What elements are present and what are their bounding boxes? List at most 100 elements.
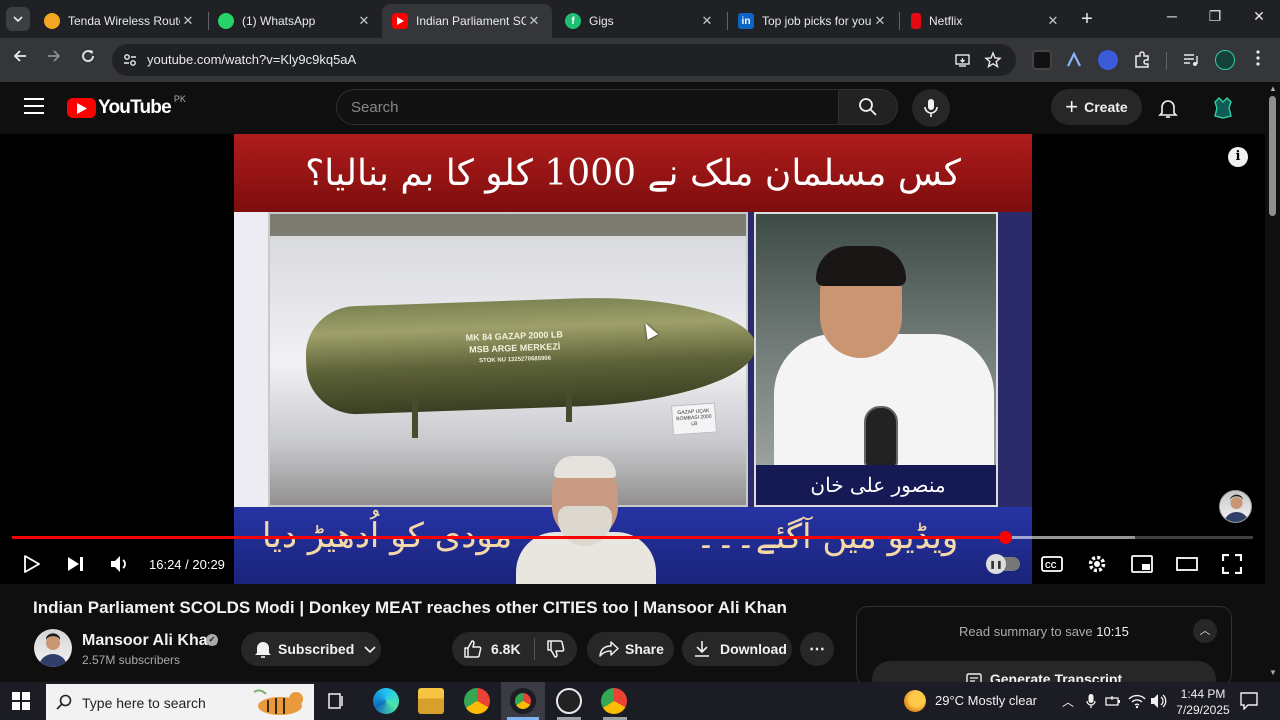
tab-netflix[interactable]: Netflix ✕	[901, 4, 1071, 38]
more-icon: ⋯	[809, 641, 825, 658]
channel-watermark-avatar[interactable]	[1219, 490, 1252, 523]
captions-button[interactable]: CC	[1038, 550, 1066, 578]
battery-tray-icon[interactable]	[1105, 694, 1121, 713]
site-settings-icon[interactable]	[122, 52, 138, 68]
weather-icon[interactable]	[904, 690, 926, 712]
theater-mode-button[interactable]	[1173, 550, 1201, 578]
tab-close-icon[interactable]: ✕	[526, 13, 542, 29]
profile-avatar-icon[interactable]	[1215, 50, 1235, 70]
fullscreen-button[interactable]	[1218, 550, 1246, 578]
settings-button[interactable]	[1083, 550, 1111, 578]
install-app-icon[interactable]	[954, 52, 971, 69]
system-clock[interactable]: 1:44 PM 7/29/2025	[1172, 686, 1234, 718]
chrome-second-profile-app-icon[interactable]	[601, 688, 627, 714]
tab-title: Top job picks for you	[762, 14, 872, 28]
clock-time: 1:44 PM	[1180, 687, 1226, 701]
chevron-down-icon	[364, 646, 376, 654]
reload-button[interactable]	[76, 48, 100, 72]
progress-bar[interactable]	[12, 531, 1253, 544]
chrome-profile-app-icon[interactable]	[510, 688, 536, 714]
fiverr-favicon-icon: f	[565, 13, 581, 29]
dislike-icon	[547, 640, 565, 658]
download-button[interactable]: Download	[682, 632, 792, 666]
autoplay-toggle[interactable]: ❚❚	[986, 554, 1020, 574]
guide-menu-button[interactable]	[24, 98, 44, 116]
address-bar[interactable]: youtube.com/watch?v=Kly9c9kq5aA	[112, 44, 1016, 76]
scrollbar-thumb[interactable]	[1269, 96, 1276, 216]
create-button[interactable]: + Create	[1051, 89, 1142, 125]
browser-tab-strip: Tenda Wireless Route ✕ (1) WhatsApp ✕ In…	[0, 0, 1280, 38]
edge-app-icon[interactable]	[373, 688, 399, 714]
tab-search-button[interactable]	[6, 7, 30, 31]
tab-close-icon[interactable]: ✕	[180, 13, 196, 29]
reload-icon	[82, 50, 94, 62]
taskbar-search-input[interactable]: Type here to search	[46, 684, 314, 720]
voice-search-button[interactable]	[912, 89, 950, 127]
tab-close-icon[interactable]: ✕	[872, 13, 888, 29]
notifications-button[interactable]	[1157, 97, 1179, 119]
extension-2-icon[interactable]	[1064, 50, 1084, 70]
dislike-button[interactable]	[535, 640, 577, 658]
mic-icon	[924, 99, 938, 117]
download-label: Download	[720, 641, 787, 657]
search-input[interactable]: Search	[336, 89, 838, 125]
person-icon	[39, 633, 67, 667]
forward-button[interactable]	[42, 48, 66, 72]
tab-title: Gigs	[589, 14, 614, 28]
more-actions-button[interactable]: ⋯	[800, 632, 834, 666]
tab-linkedin[interactable]: in Top job picks for you ✕	[728, 4, 898, 38]
mic-tray-icon[interactable]	[1086, 693, 1096, 714]
media-app-icon[interactable]	[556, 688, 582, 714]
tab-close-icon[interactable]: ✕	[356, 13, 372, 29]
file-explorer-app-icon[interactable]	[418, 688, 444, 714]
new-tab-button[interactable]: +	[1076, 9, 1098, 31]
like-button[interactable]: 6.8K	[452, 640, 534, 658]
tab-youtube-active[interactable]: Indian Parliament SCC ✕	[382, 4, 552, 38]
tab-close-icon[interactable]: ✕	[699, 13, 715, 29]
extension-3-icon[interactable]	[1098, 50, 1118, 70]
wifi-tray-icon[interactable]	[1128, 693, 1146, 714]
channel-avatar[interactable]	[34, 629, 72, 667]
next-button[interactable]	[62, 550, 90, 578]
account-avatar[interactable]	[1211, 96, 1235, 120]
subscribed-button[interactable]: Subscribed	[241, 632, 381, 666]
browser-menu-button[interactable]	[1246, 48, 1270, 72]
bookmark-star-icon[interactable]	[984, 51, 1002, 69]
share-button[interactable]: Share	[587, 632, 674, 666]
close-window-button[interactable]: ✕	[1236, 8, 1280, 30]
tray-overflow-button[interactable]: ︿	[1062, 693, 1074, 710]
collapse-summary-button[interactable]: ︿	[1193, 619, 1217, 643]
share-label: Share	[625, 641, 664, 657]
youtube-logo[interactable]: YouTube PK	[67, 94, 186, 119]
bomb-image: MK 84 GAZAP 2000 LB MSB ARGE MERKEZİ STO…	[268, 212, 758, 507]
play-button[interactable]	[18, 550, 46, 578]
tab-close-icon[interactable]: ✕	[1045, 13, 1061, 29]
microphone-icon	[864, 406, 898, 468]
progress-played	[12, 536, 1006, 539]
scroll-up-icon[interactable]: ▲	[1269, 84, 1277, 93]
maximize-button[interactable]: ❐	[1192, 8, 1238, 30]
tab-tenda[interactable]: Tenda Wireless Route ✕	[34, 4, 206, 38]
weather-text[interactable]: 29°C Mostly clear	[935, 693, 1037, 708]
back-button[interactable]	[8, 48, 32, 72]
scroll-down-icon[interactable]: ▼	[1269, 668, 1277, 677]
start-button[interactable]	[12, 692, 30, 710]
notification-center-button[interactable]	[1240, 692, 1258, 715]
tab-whatsapp[interactable]: (1) WhatsApp ✕	[208, 4, 382, 38]
chrome-app-icon[interactable]	[464, 688, 490, 714]
miniplayer-button[interactable]	[1128, 550, 1156, 578]
video-headline-banner: کس مسلمان ملک نے 1000 کلو کا بم بنالیا؟	[234, 134, 1032, 212]
extensions-puzzle-icon[interactable]	[1132, 50, 1152, 70]
channel-name-link[interactable]: Mansoor Ali Khan	[82, 632, 217, 650]
volume-button[interactable]	[106, 550, 134, 578]
search-button[interactable]	[838, 89, 898, 125]
task-view-button[interactable]	[326, 691, 346, 716]
extension-1-icon[interactable]	[1032, 50, 1052, 70]
info-icon[interactable]: i	[1228, 147, 1248, 167]
page-scrollbar[interactable]: ▲ ▼	[1265, 82, 1280, 682]
minimize-button[interactable]: ─	[1149, 8, 1195, 30]
media-control-icon[interactable]	[1181, 50, 1201, 70]
video-player[interactable]: کس مسلمان ملک نے 1000 کلو کا بم بنالیا؟ …	[0, 134, 1265, 584]
volume-tray-icon[interactable]	[1150, 693, 1168, 714]
tab-gigs[interactable]: f Gigs ✕	[555, 4, 725, 38]
